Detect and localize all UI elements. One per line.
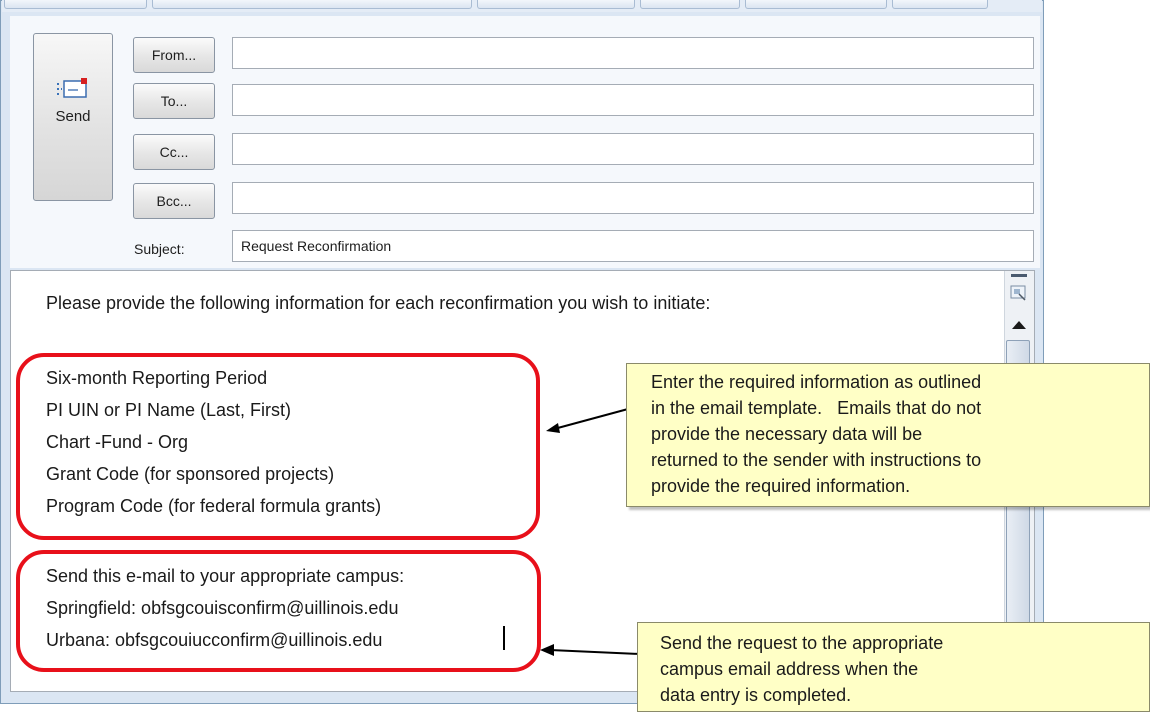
callout-required-info: Enter the required information as outlin… — [626, 363, 1150, 507]
ribbon-group-edge — [892, 0, 988, 9]
ribbon-group-edge — [745, 0, 887, 9]
callout-line: campus email address when the — [660, 659, 919, 679]
callout-line: in the email template. Emails that do no… — [651, 398, 982, 418]
callout-line: provide the required information. — [651, 476, 911, 496]
callout-line: Send the request to the appropriate — [660, 633, 944, 653]
callout-line: data entry is completed. — [660, 685, 852, 705]
callout-line: Enter the required information as outlin… — [651, 372, 982, 392]
subject-label: Subject: — [134, 241, 185, 257]
callout-send-request: Send the request to the appropriate camp… — [637, 622, 1150, 712]
send-label: Send — [55, 108, 91, 125]
ribbon-group-edge — [152, 0, 472, 9]
cc-button[interactable]: Cc... — [133, 134, 215, 170]
format-icon[interactable] — [1010, 284, 1028, 302]
bcc-field[interactable] — [232, 182, 1034, 214]
callout-line: provide the necessary data will be — [651, 424, 923, 444]
from-button[interactable]: From... — [133, 37, 215, 73]
split-handle[interactable] — [1011, 274, 1027, 277]
cc-field[interactable] — [232, 133, 1034, 165]
send-button[interactable]: Send — [33, 33, 113, 201]
to-button[interactable]: To... — [133, 83, 215, 119]
send-envelope-icon — [57, 78, 87, 98]
subject-field[interactable]: Request Reconfirmation — [232, 230, 1034, 262]
ribbon-group-edge — [477, 0, 635, 9]
callout-line: returned to the sender with instructions… — [651, 450, 982, 470]
arrow-to-addresses — [540, 644, 641, 656]
highlight-campus-addresses — [16, 550, 541, 672]
ribbon-group-edge — [4, 0, 147, 9]
bcc-button[interactable]: Bcc... — [133, 183, 215, 219]
body-intro: Please provide the following information… — [46, 293, 711, 313]
to-field[interactable] — [232, 84, 1034, 116]
from-field[interactable] — [232, 37, 1034, 69]
highlight-required-fields — [16, 353, 540, 540]
scroll-up-icon[interactable] — [1010, 318, 1028, 332]
ribbon-group-edge — [640, 0, 740, 9]
arrow-to-required-fields — [546, 408, 629, 433]
